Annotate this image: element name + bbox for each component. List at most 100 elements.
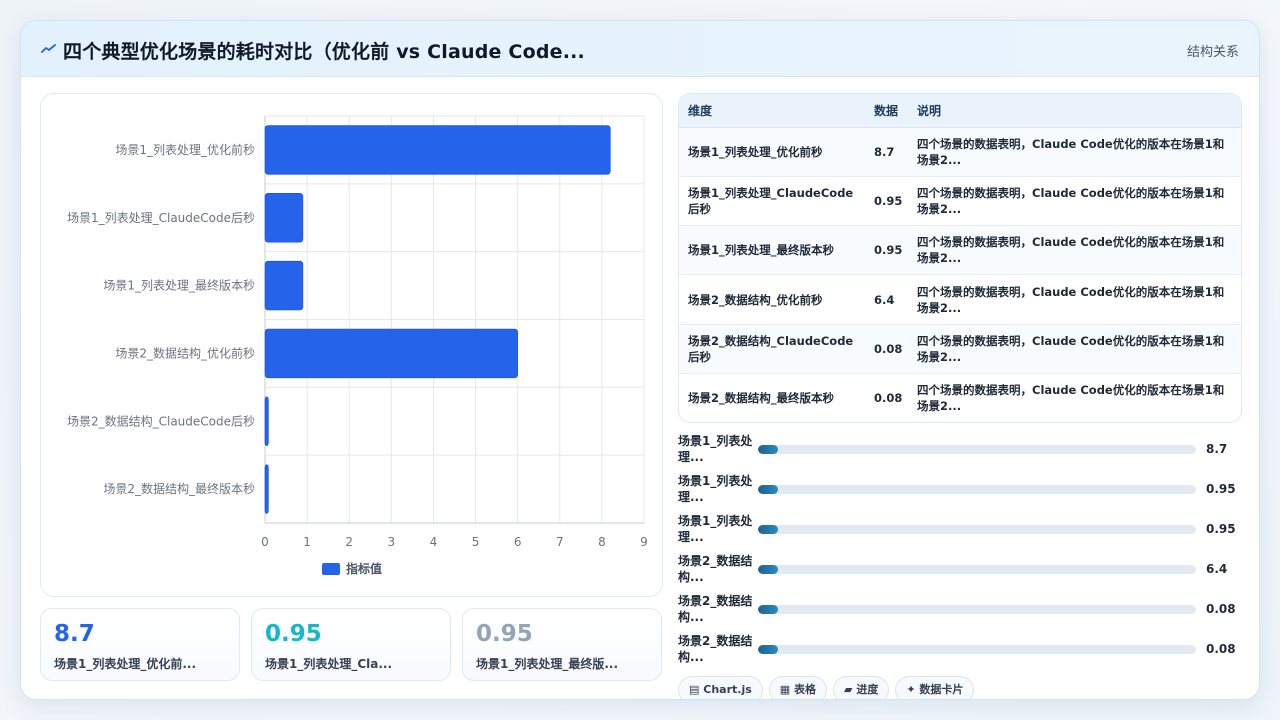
- x-tick-label: 9: [640, 535, 648, 549]
- cell-description: 四个场景的数据表明，Claude Code优化的版本在场景1和场景2...: [908, 176, 1241, 227]
- cell-dimension: 场景2_数据结构_最终版本秒: [688, 391, 835, 406]
- x-tick-label: 1: [303, 535, 311, 549]
- progress-fill: [758, 605, 778, 614]
- legend-label: 指标值: [346, 561, 382, 576]
- header-bar: 四个典型优化场景的耗时对比（优化前 vs Claude Code... 结构关系: [21, 21, 1259, 77]
- cell-dimension: 场景2_数据结构_优化前秒: [679, 274, 865, 325]
- progress-row: 场景1_列表处理... 0.95: [678, 513, 1242, 549]
- tag-table[interactable]: ▦ 表格: [768, 676, 828, 699]
- tag-label: Chart.js: [703, 683, 752, 696]
- category-label: 场景1_列表处理_优化前秒: [115, 142, 255, 157]
- cell-description: 四个场景的数据表明，Claude Code优化的版本在场景1和场景2...: [908, 225, 1241, 276]
- progress-value: 6.4: [1206, 562, 1228, 576]
- chart-icon: ▤: [689, 683, 700, 696]
- stat-label-1: 场景1_列表处理_优化前...: [54, 657, 197, 671]
- cell-value: 0.95: [865, 176, 908, 227]
- bar-chart: 场景1_列表处理_优化前秒场景1_列表处理_ClaudeCode后秒场景1_列表…: [67, 115, 648, 576]
- cell-value: 0.08: [865, 324, 908, 374]
- tag-label: 进度: [856, 683, 879, 696]
- category-label: 场景2_数据结构_优化前秒: [115, 345, 255, 360]
- page-title: 四个典型优化场景的耗时对比（优化前 vs Claude Code...: [63, 41, 585, 63]
- stat-value-3: 0.95: [476, 621, 533, 647]
- trend-line-icon: [41, 44, 56, 53]
- x-tick-label: 7: [556, 535, 564, 549]
- progress-value: 0.08: [1206, 602, 1236, 616]
- progress-value: 0.08: [1206, 642, 1236, 656]
- category-label: 场景1_列表处理_最终版本秒: [103, 278, 255, 293]
- progress-label: 场景2_数据结构...: [678, 594, 753, 624]
- dashboard-card: 四个典型优化场景的耗时对比（优化前 vs Claude Code... 结构关系…: [20, 20, 1260, 700]
- category-label: 场景2_数据结构_ClaudeCode后秒: [67, 413, 255, 428]
- cell-description: 四个场景的数据表明，Claude Code优化的版本在场景1和场景2...: [917, 383, 1225, 414]
- cell-value: 0.95: [865, 225, 908, 276]
- stat-value-1: 8.7: [54, 621, 95, 647]
- table-row: 场景1_列表处理_最终版本秒 0.95 四个场景的数据表明，Claude Cod…: [679, 225, 1241, 276]
- x-tick-label: 4: [430, 535, 438, 549]
- progress-row: 场景2_数据结构... 0.08: [678, 593, 1242, 629]
- stat-label-3: 场景1_列表处理_最终版...: [476, 657, 619, 671]
- x-tick-label: 2: [345, 535, 353, 549]
- bar: [264, 328, 518, 379]
- table-row: 场景1_列表处理_优化前秒 8.7 四个场景的数据表明，Claude Code优…: [679, 127, 1241, 177]
- stat-label-2: 场景1_列表处理_Cla...: [265, 657, 393, 671]
- legend-swatch: [322, 563, 340, 575]
- progress-fill: [758, 645, 778, 654]
- tag-chartjs[interactable]: ▤ Chart.js: [678, 676, 763, 699]
- table-row: 场景2_数据结构_优化前秒 6.4 四个场景的数据表明，Claude Code优…: [679, 274, 1241, 325]
- stat-card-2[interactable]: 0.95 场景1_列表处理_Cla...: [251, 608, 451, 681]
- cell-description: 四个场景的数据表明，Claude Code优化的版本在场景1和场景2...: [908, 274, 1241, 325]
- bar: [264, 464, 269, 514]
- bar: [264, 193, 304, 243]
- cell-dimension: 场景1_列表处理_最终版本秒: [679, 225, 865, 276]
- progress-track: [758, 605, 1196, 614]
- progress-row: 场景2_数据结构... 6.4: [678, 553, 1242, 589]
- cell-description: 四个场景的数据表明，Claude Code优化的版本在场景1和场景2...: [908, 127, 1241, 177]
- column-header-description: 说明: [908, 94, 1241, 128]
- progress-label: 场景1_列表处理...: [678, 474, 753, 504]
- x-tick-label: 3: [388, 535, 396, 549]
- progress-fill: [758, 485, 778, 494]
- category-label: 场景2_数据结构_最终版本秒: [103, 481, 255, 496]
- bar: [264, 125, 611, 175]
- progress-fill: [758, 565, 778, 574]
- progress-track: [758, 525, 1196, 534]
- progress-track: [758, 485, 1196, 494]
- data-table: 维度 数据 说明 场景1_列表处理_优化前秒 8.7 四个场景的数据表明，Cla…: [679, 94, 1241, 422]
- structure-relation-link[interactable]: 结构关系: [1187, 41, 1239, 60]
- cell-dimension: 场景1_列表处理_ClaudeCode后秒: [679, 176, 865, 227]
- cell-value: 6.4: [865, 274, 908, 325]
- x-tick-label: 0: [261, 535, 269, 549]
- progress-label: 场景2_数据结构...: [678, 554, 753, 584]
- x-tick-label: 5: [472, 535, 480, 549]
- sparkle-icon: ✦: [906, 683, 916, 696]
- bar: [264, 260, 304, 311]
- progress-row: 场景1_列表处理... 0.95: [678, 473, 1242, 509]
- progress-track: [758, 565, 1196, 574]
- table-row: 场景2_数据结构_ClaudeCode后秒 0.08 四个场景的数据表明，Cla…: [679, 324, 1241, 374]
- category-label: 场景1_列表处理_ClaudeCode后秒: [67, 211, 255, 225]
- cell-description: 四个场景的数据表明，Claude Code优化的版本在场景1和场景2...: [908, 324, 1241, 374]
- cell-dimension: 场景2_数据结构_ClaudeCode后秒: [679, 324, 865, 374]
- cell-dimension: 场景1_列表处理_优化前秒: [679, 127, 865, 177]
- progress-value: 0.95: [1206, 482, 1236, 496]
- column-header-dimension: 维度: [679, 94, 865, 128]
- progress-label: 场景1_列表处理...: [678, 514, 753, 544]
- progress-fill: [758, 525, 778, 534]
- tag-data-cards[interactable]: ✦ 数据卡片: [895, 676, 975, 699]
- cell-value: 0.08: [874, 391, 903, 406]
- progress-row: 场景1_列表处理... 8.7: [678, 433, 1242, 469]
- tag-progress[interactable]: ▰ 进度: [833, 676, 890, 699]
- tag-bar: ▤ Chart.js ▦ 表格 ▰ 进度 ✦ 数据卡片: [678, 676, 980, 699]
- stat-card-3[interactable]: 0.95 场景1_列表处理_最终版...: [462, 608, 662, 681]
- tag-label: 表格: [794, 683, 817, 696]
- stat-card-1[interactable]: 8.7 场景1_列表处理_优化前...: [40, 608, 240, 681]
- progress-icon: ▰: [844, 683, 853, 696]
- table-header-row: 维度 数据 说明: [679, 94, 1241, 128]
- table-row: 场景2_数据结构_最终版本秒 0.08 四个场景的数据表明，Claude Cod…: [679, 373, 1241, 422]
- progress-label: 场景1_列表处理...: [678, 434, 753, 464]
- column-header-data: 数据: [865, 94, 908, 128]
- data-table-panel: 维度 数据 说明 场景1_列表处理_优化前秒 8.7 四个场景的数据表明，Cla…: [678, 93, 1242, 423]
- bar: [264, 396, 269, 446]
- progress-track: [758, 445, 1196, 454]
- progress-track: [758, 645, 1196, 654]
